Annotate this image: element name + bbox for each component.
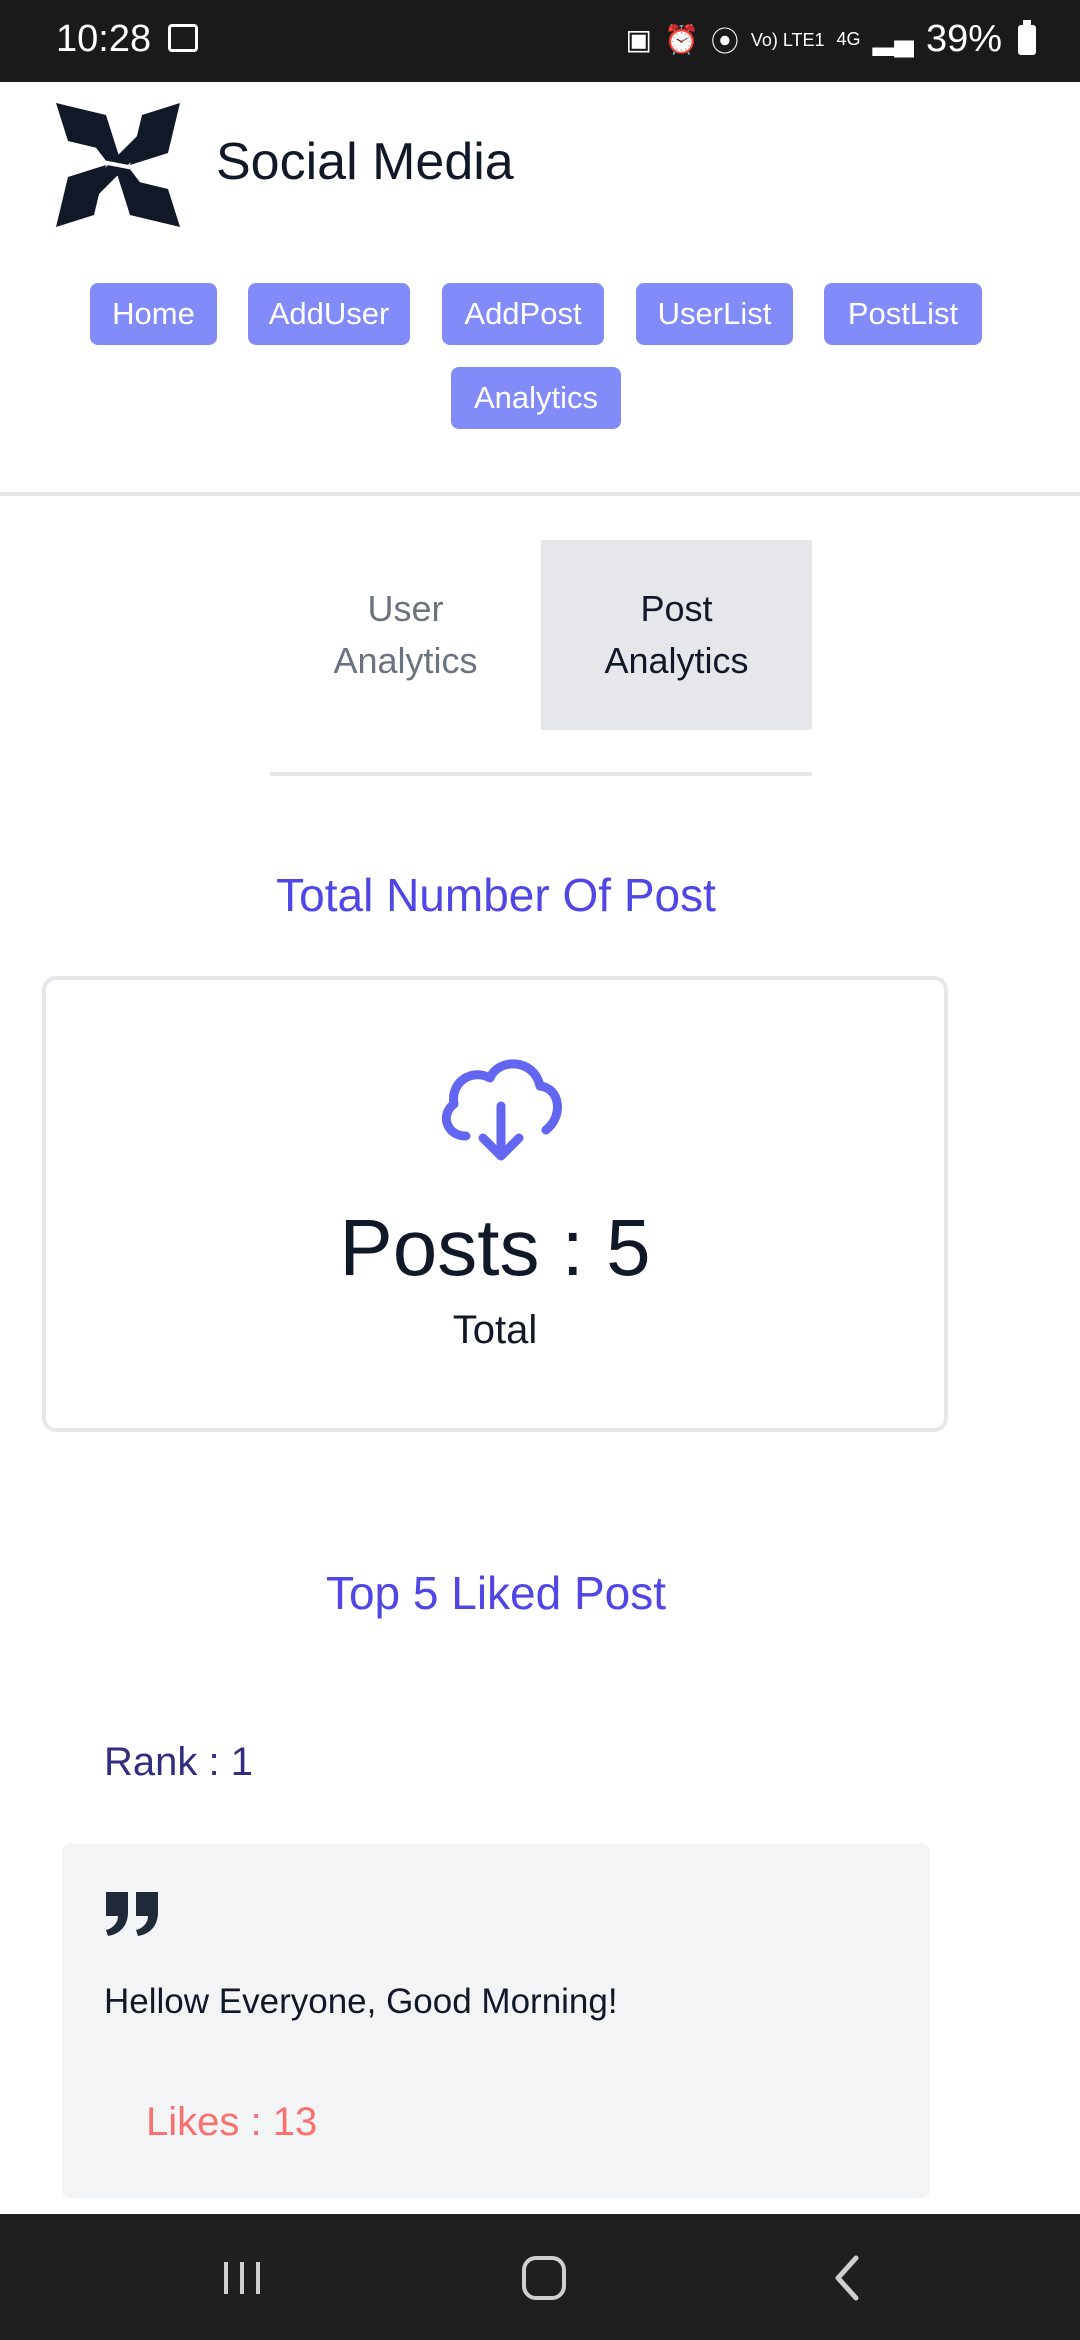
nav-userlist-button[interactable]: UserList [636,283,793,345]
analytics-tabs: User Analytics Post Analytics [270,540,812,730]
status-icons: ▣ ⏰ ⦿ Vo) LTE1 4G ▂▄ 39% [625,18,1036,61]
brand-title: Social Media [216,133,514,191]
cloud-download-icon [441,1059,562,1161]
volte-label: Vo) LTE1 [750,29,825,50]
nav-analytics-button[interactable]: Analytics [451,367,621,429]
lock-icon: ▣ [625,24,652,55]
nav-addpost-button[interactable]: AddPost [442,283,604,345]
header-divider [0,492,1080,496]
hotspot-icon: ⦿ [710,25,739,57]
nav-adduser-button[interactable]: AddUser [248,283,410,345]
tab-user-line1: User [367,588,444,629]
network-label: 4G [836,29,861,49]
home-icon[interactable] [514,2248,574,2308]
tab-user-analytics[interactable]: User Analytics [270,540,541,730]
alarm-icon: ⏰ [663,24,699,55]
system-nav-bar [0,2214,1080,2340]
battery-icon [1018,19,1036,55]
total-posts-card: Posts : 5 Total [42,976,948,1432]
liked-post-card: Hellow Everyone, Good Morning! Likes : 1… [62,1844,930,2198]
gallery-icon [168,24,198,52]
tab-post-line2: Analytics [604,640,749,681]
post-rank: Rank : 1 [104,1740,253,1784]
recent-apps-icon[interactable] [212,2248,272,2308]
posts-total-label: Total [452,1308,538,1352]
nav-postlist-button[interactable]: PostList [824,283,982,345]
post-likes: Likes : 13 [146,2100,318,2144]
nav-home-button[interactable]: Home [90,283,217,345]
x-logo-icon[interactable] [56,103,180,227]
status-time: 10:28 [56,18,152,60]
total-posts-title: Total Number Of Post [276,869,716,921]
tab-post-line1: Post [640,588,713,629]
quote-icon [106,1892,158,1936]
tab-user-line2: Analytics [333,640,478,681]
battery-percent: 39% [925,18,1002,60]
top-liked-title: Top 5 Liked Post [325,1567,667,1619]
signal-icon: ▂▄ [872,24,914,55]
tab-post-analytics[interactable]: Post Analytics [541,540,812,730]
tab-underline [270,772,812,776]
back-icon[interactable] [818,2248,878,2308]
status-bar: 10:28 ▣ ⏰ ⦿ Vo) LTE1 4G ▂▄ 39% [0,0,1080,82]
post-text: Hellow Everyone, Good Morning! [104,1982,618,2021]
posts-count: Posts : 5 [339,1203,651,1292]
